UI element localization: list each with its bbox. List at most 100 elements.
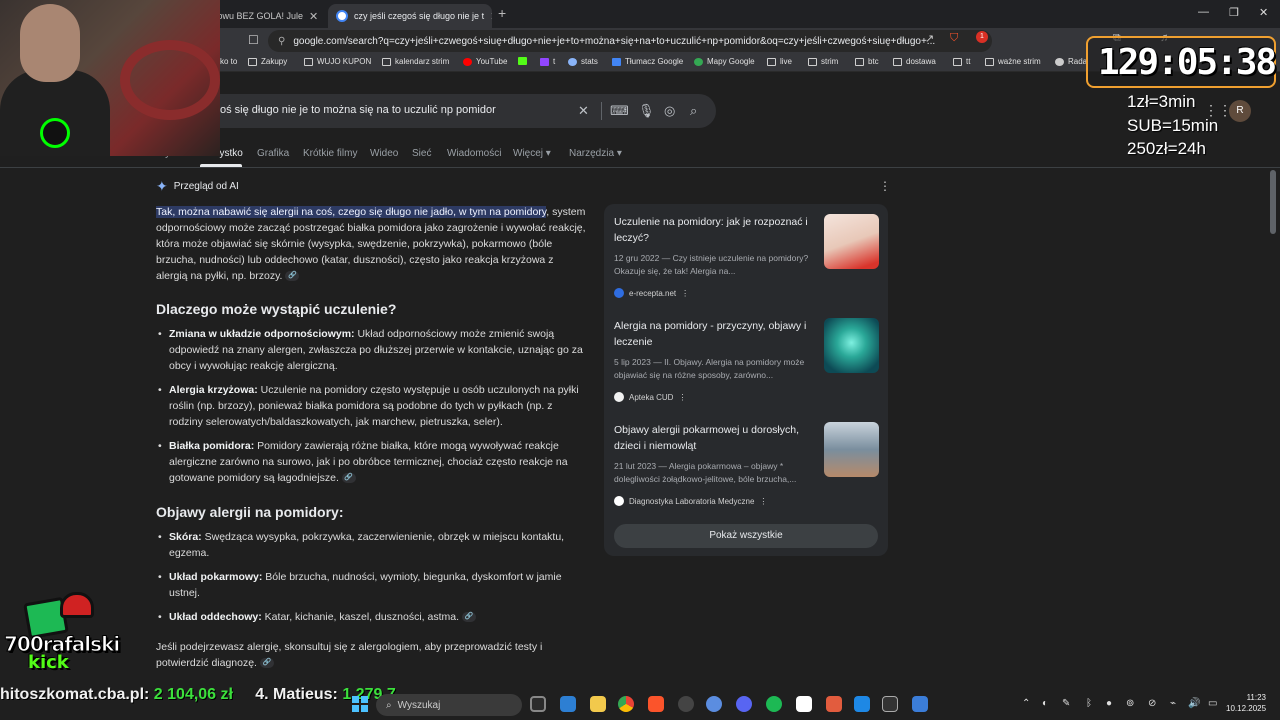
tray-icon[interactable]: ◐ — [1042, 698, 1048, 709]
app-icon[interactable] — [706, 696, 722, 712]
extension-badge[interactable]: 1 — [976, 31, 988, 43]
close-tab-icon[interactable]: ✕ — [309, 10, 318, 23]
search-box[interactable]: oś się długo nie je to można się na to u… — [180, 94, 716, 128]
maximize-icon[interactable]: ❐ — [1229, 6, 1239, 19]
tab-images[interactable]: Grafika — [257, 148, 289, 159]
more-options-icon[interactable]: ⋮ — [678, 393, 686, 402]
bookmark-folder[interactable]: live — [767, 57, 792, 66]
bookmark-icon[interactable]: ☐ — [248, 33, 259, 47]
widgets-icon[interactable] — [560, 696, 576, 712]
bookmark-label: strim — [821, 57, 839, 66]
bookmark-folder[interactable]: ważne strim — [985, 57, 1041, 66]
clear-search-icon[interactable]: ✕ — [578, 103, 589, 119]
close-tab-icon[interactable]: ✕ — [490, 10, 492, 23]
bookmark-item[interactable]: ko to — [220, 57, 237, 66]
link-icon[interactable]: 🔗 — [259, 658, 274, 669]
taskbar-search[interactable]: ⌕ Wyszukaj — [376, 694, 522, 716]
show-all-button[interactable]: Pokaż wszystkie — [614, 524, 878, 548]
bookmark-folder[interactable]: dostawa — [893, 57, 936, 66]
new-tab-plus-icon[interactable]: + — [498, 5, 506, 21]
discord-icon[interactable] — [736, 696, 752, 712]
lens-camera-icon[interactable]: ◎ — [664, 103, 675, 119]
scrollbar[interactable] — [1270, 170, 1276, 234]
source-title[interactable]: Alergia na pomidory - przyczyny, objawy … — [614, 318, 818, 350]
search-input[interactable]: oś się długo nie je to można się na to u… — [220, 104, 496, 116]
tray-icon[interactable]: ⊘ — [1148, 698, 1156, 709]
app-icon[interactable] — [826, 696, 842, 712]
streamer-face — [20, 4, 80, 82]
app-icon[interactable] — [796, 696, 812, 712]
link-icon[interactable]: 🔗 — [285, 271, 300, 282]
microphone-icon[interactable]: 🎙 — [638, 103, 655, 119]
bookmark-item[interactable] — [518, 57, 527, 65]
source-title[interactable]: Uczulenie na pomidory: jak je rozpoznać … — [614, 214, 818, 246]
section-heading: Dlaczego może wystąpić uczulenie? — [156, 301, 397, 317]
tab-videos[interactable]: Wideo — [370, 148, 398, 159]
task-view-icon[interactable] — [530, 696, 546, 712]
tab-news[interactable]: Wiadomości — [447, 148, 501, 159]
source-site[interactable]: Diagnostyka Laboratoria Medyczne ⋮ — [614, 496, 767, 506]
browser-tab-active[interactable]: czy jeśli czegoś się długo nie je t ✕ — [328, 4, 492, 28]
bookmark-item[interactable]: Tłumacz Google — [612, 57, 683, 66]
bookmark-item[interactable]: stats — [568, 57, 598, 66]
keyboard-icon[interactable]: ⌨ — [610, 103, 629, 119]
bookmark-folder[interactable]: tt — [953, 57, 970, 66]
notepad-icon[interactable] — [912, 696, 928, 712]
ticker-name: 4. Matieus: — [232, 686, 343, 703]
close-window-icon[interactable]: ✕ — [1259, 6, 1268, 19]
tab-more[interactable]: Więcej ▾ — [513, 148, 551, 159]
address-bar[interactable]: ⚲ google.com/search?q=czy+jeśli+czwegoś+… — [268, 30, 992, 52]
bookmark-folder[interactable]: Zakupy — [248, 57, 287, 66]
bookmark-folder[interactable]: kalendarz strim — [382, 57, 449, 66]
bookmark-item[interactable]: Rada — [1055, 57, 1087, 66]
more-options-icon[interactable]: ⋮ — [681, 289, 689, 298]
source-card[interactable]: Uczulenie na pomidory: jak je rozpoznać … — [614, 208, 879, 300]
bookmark-folder[interactable]: strim — [808, 57, 838, 66]
bluetooth-icon[interactable]: ᛒ — [1086, 698, 1092, 709]
folder-icon — [304, 57, 313, 66]
source-site[interactable]: e-recepta.net ⋮ — [614, 288, 689, 298]
bookmark-item[interactable]: t — [540, 57, 555, 66]
source-card[interactable]: Alergia na pomidory - przyczyny, objawy … — [614, 312, 879, 404]
bookmark-item[interactable]: Mapy Google — [694, 57, 755, 66]
obs-icon[interactable] — [678, 696, 694, 712]
system-clock[interactable]: 11:23 10.12.2025 — [1226, 692, 1266, 714]
avatar[interactable]: R — [1229, 100, 1251, 122]
file-explorer-icon[interactable] — [590, 696, 606, 712]
tray-icon[interactable]: ● — [1106, 698, 1112, 709]
site-info-icon[interactable]: ⚲ — [278, 36, 285, 47]
source-site[interactable]: Apteka CUD ⋮ — [614, 392, 686, 402]
spotify-icon[interactable] — [766, 696, 782, 712]
pen-icon[interactable]: ✎ — [1062, 698, 1070, 709]
chevron-up-icon[interactable]: ⌃ — [1022, 698, 1030, 709]
network-icon[interactable]: ⌁ — [1170, 698, 1176, 709]
bookmark-folder[interactable]: WUJO KUPON — [304, 57, 371, 66]
minimize-icon[interactable]: — — [1198, 6, 1209, 18]
source-card[interactable]: Objawy alergii pokarmowej u dorosłych, d… — [614, 416, 879, 508]
more-options-icon[interactable]: ⋮ — [879, 179, 891, 193]
maps-icon — [694, 57, 703, 66]
tab-web[interactable]: Sieć — [412, 148, 431, 159]
brave-shield-icon[interactable]: ⛉ — [950, 32, 958, 45]
app-icon[interactable] — [882, 696, 898, 712]
battery-icon[interactable]: ▭ — [1208, 698, 1217, 709]
link-icon[interactable]: 🔗 — [341, 473, 356, 484]
link-icon[interactable]: 🔗 — [461, 612, 476, 623]
chrome-icon[interactable] — [618, 696, 634, 712]
search-icon: ⌕ — [386, 699, 392, 711]
windows-start-icon[interactable] — [352, 696, 368, 712]
more-options-icon[interactable]: ⋮ — [759, 497, 767, 506]
tab-tools[interactable]: Narzędzia ▾ — [569, 148, 622, 159]
bookmark-folder[interactable]: btc — [855, 57, 879, 66]
brave-icon[interactable] — [648, 696, 664, 712]
item-text: Katar, kichanie, kaszel, duszności, astm… — [261, 611, 460, 623]
search-icon[interactable]: ⌕ — [690, 103, 697, 119]
steam-icon[interactable]: ⊚ — [1126, 698, 1134, 709]
volume-icon[interactable]: 🔊 — [1188, 698, 1200, 709]
source-title[interactable]: Objawy alergii pokarmowej u dorosłych, d… — [614, 422, 818, 454]
share-icon[interactable]: ↗ — [925, 32, 934, 45]
app-icon[interactable] — [854, 696, 870, 712]
tab-short-videos[interactable]: Krótkie filmy — [303, 148, 357, 159]
site-name: e-recepta.net — [629, 288, 677, 298]
bookmark-item[interactable]: YouTube — [463, 57, 507, 66]
